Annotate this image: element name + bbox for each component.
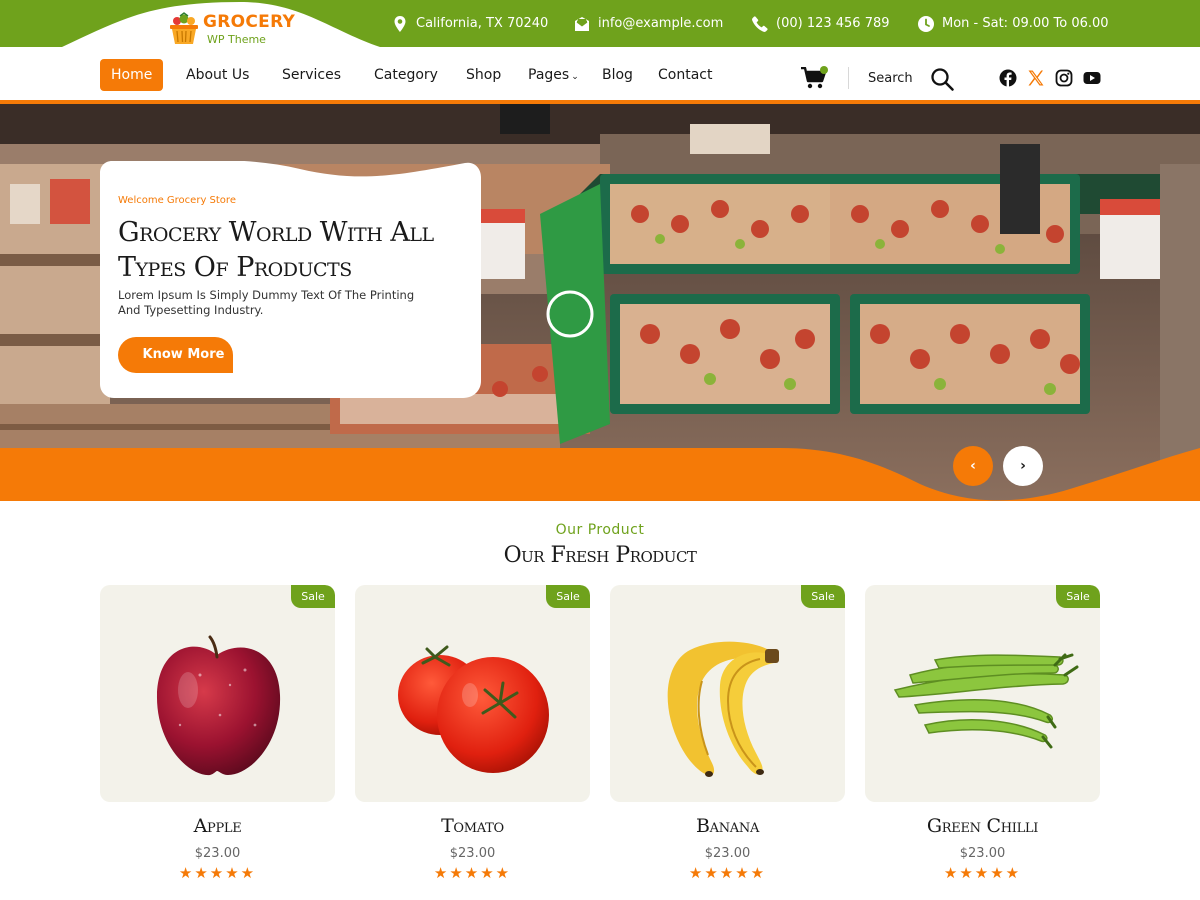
site-logo[interactable]: GROCERY WP Theme [168, 12, 295, 46]
email-text[interactable]: info@example.com [598, 16, 723, 31]
address-info: California, TX 70240 [392, 0, 548, 47]
nav-item-pages-label: Pages [528, 67, 570, 83]
nav-item-about-us[interactable]: About Us [186, 59, 249, 91]
product-name[interactable]: Apple [100, 815, 335, 837]
green-chilli-image [893, 653, 1079, 749]
instagram-icon[interactable] [1055, 69, 1073, 87]
clock-icon [918, 15, 934, 32]
sale-badge: Sale [801, 585, 845, 608]
product-card[interactable]: Sale Green Chilli $23.00 ★★★★★ [865, 585, 1100, 885]
sale-badge: Sale [546, 585, 590, 608]
product-price: $23.00 [194, 846, 241, 861]
product-price: $23.00 [704, 846, 751, 861]
search-icon[interactable] [930, 67, 954, 91]
know-more-button[interactable]: Know More [118, 337, 233, 373]
phone-text[interactable]: (00) 123 456 789 [776, 16, 890, 31]
hours-info: Mon - Sat: 09.00 To 06.00 [918, 0, 1109, 47]
slider-next-button[interactable]: › [1003, 446, 1043, 486]
chevron-right-icon: › [1020, 458, 1026, 474]
search-label[interactable]: Search [868, 71, 913, 86]
address-text: California, TX 70240 [416, 16, 549, 31]
nav-item-home[interactable]: Home [100, 59, 164, 91]
product-name[interactable]: Green Chilli [865, 815, 1100, 837]
email-icon [575, 16, 589, 31]
main-navigation: Home About Us Services Category Shop Pag… [0, 47, 1200, 100]
star-rating: ★★★★★ [688, 864, 767, 882]
product-image-frame[interactable]: Sale [355, 585, 590, 802]
product-name[interactable]: Tomato [355, 815, 590, 837]
product-price: $23.00 [959, 846, 1006, 861]
product-name[interactable]: Banana [610, 815, 845, 837]
hours-text: Mon - Sat: 09.00 To 06.00 [942, 16, 1109, 31]
nav-item-pages[interactable]: Pages ⌄ [528, 59, 579, 91]
nav-item-blog[interactable]: Blog [602, 59, 633, 91]
product-card[interactable]: Sale Tomato $23.00 ★★★★★ [355, 585, 590, 885]
top-info-bar: GROCERY WP Theme California, TX 70240 in… [0, 0, 1200, 47]
location-pin-icon [394, 15, 406, 32]
tomato-image [398, 645, 549, 773]
star-rating: ★★★★★ [943, 864, 1022, 882]
hero-content-card: Welcome Grocery Store Grocery World With… [100, 161, 481, 398]
product-card[interactable]: Sale Apple $23.00 ★★★★★ [100, 585, 335, 885]
product-card[interactable]: Sale Banana $23.00 ★★★★★ [610, 585, 845, 885]
hero-description: Lorem Ipsum Is Simply Dummy Text Of The … [118, 288, 415, 317]
hero-title: Grocery World With All Types Of Products [118, 217, 434, 283]
section-eyebrow: Our Product [555, 522, 645, 538]
nav-item-contact[interactable]: Contact [658, 59, 712, 91]
star-rating: ★★★★★ [433, 864, 512, 882]
apple-image [156, 635, 281, 776]
hero-slider: Welcome Grocery Store Grocery World With… [0, 104, 1200, 501]
section-title: Our Fresh Product [503, 543, 697, 568]
chevron-down-icon: ⌄ [571, 72, 579, 82]
product-image-frame[interactable]: Sale [100, 585, 335, 802]
basket-icon [170, 12, 198, 44]
sale-badge: Sale [291, 585, 335, 608]
hero-eyebrow: Welcome Grocery Store [118, 195, 236, 206]
phone-icon [752, 15, 768, 32]
nav-item-services[interactable]: Services [282, 59, 341, 91]
cart-count-badge [820, 66, 828, 74]
banana-image [667, 641, 779, 777]
product-price: $23.00 [449, 846, 496, 861]
youtube-icon[interactable] [1083, 69, 1101, 87]
email-info[interactable]: info@example.com [574, 0, 723, 47]
slider-prev-button[interactable]: ‹ [953, 446, 993, 486]
nav-divider [848, 67, 849, 89]
logo-title: GROCERY [203, 11, 296, 32]
sale-badge: Sale [1056, 585, 1100, 608]
logo-subtitle: WP Theme [207, 32, 266, 46]
star-rating: ★★★★★ [178, 864, 257, 882]
chevron-left-icon: ‹ [970, 458, 976, 474]
nav-item-category[interactable]: Category [374, 59, 438, 91]
facebook-icon[interactable] [999, 69, 1017, 87]
x-icon[interactable] [1027, 69, 1045, 87]
product-image-frame[interactable]: Sale [610, 585, 845, 802]
phone-info[interactable]: (00) 123 456 789 [752, 0, 890, 47]
product-image-frame[interactable]: Sale [865, 585, 1100, 802]
nav-item-shop[interactable]: Shop [466, 59, 501, 91]
